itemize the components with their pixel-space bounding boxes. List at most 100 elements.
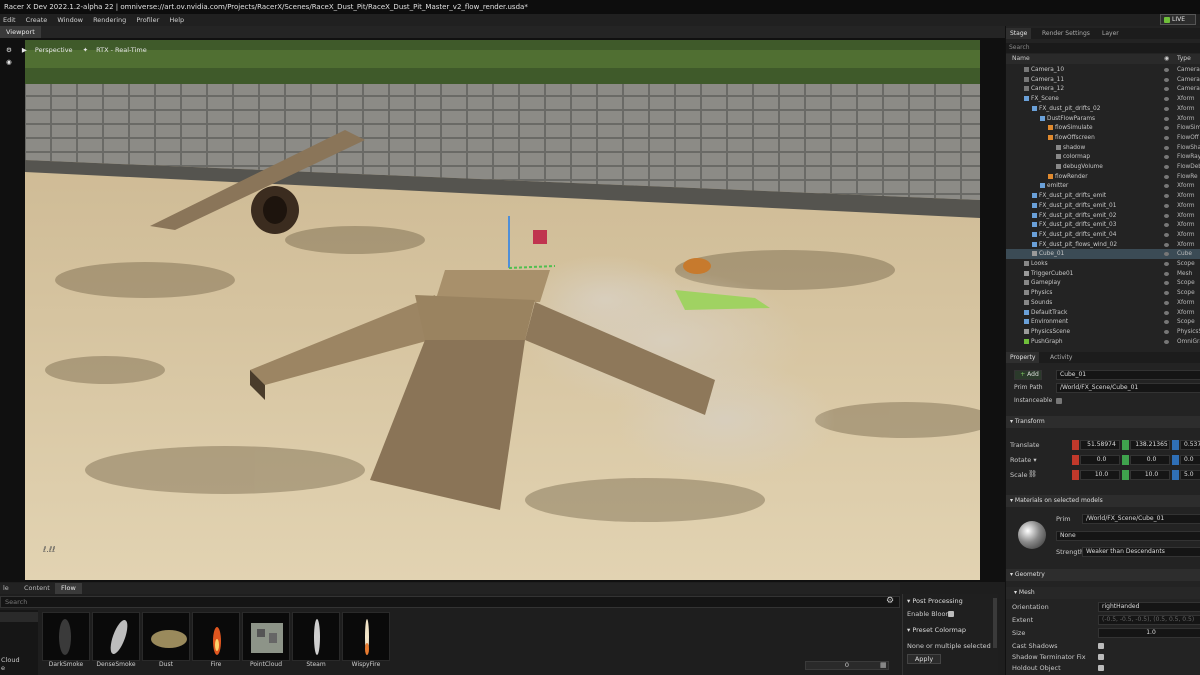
folder-item[interactable]: Cloud	[0, 656, 38, 664]
size-field[interactable]: 1.0	[1098, 628, 1200, 638]
stage-row[interactable]: Environment Scope	[1006, 317, 1200, 327]
stage-row[interactable]: FX_dust_pit_drifts_emit_01 Xform	[1006, 201, 1200, 211]
rotate-x-field[interactable]: 0.0	[1080, 455, 1120, 465]
holdout-checkbox[interactable]	[1098, 665, 1104, 671]
stage-row[interactable]: Cube_01 Cube	[1006, 249, 1200, 260]
apply-button[interactable]: Apply	[907, 654, 941, 664]
asset-thumb-fire[interactable]	[192, 612, 240, 661]
translate-x-field[interactable]: 51.58974	[1080, 440, 1120, 450]
stage-row[interactable]: Gameplay Scope	[1006, 278, 1200, 288]
stage-row[interactable]: Camera_11 Camera	[1006, 75, 1200, 85]
col-name[interactable]: Name	[1012, 54, 1030, 64]
zoom-slider[interactable]: 0	[805, 661, 889, 670]
visibility-eye-icon[interactable]	[1164, 329, 1169, 334]
link-icon[interactable]: ⛓	[1028, 470, 1037, 478]
stage-row[interactable]: flowOffscreen FlowOff	[1006, 133, 1200, 143]
scale-z-field[interactable]: 5.0	[1180, 470, 1200, 480]
stage-row[interactable]: FX_dust_pit_drifts_emit Xform	[1006, 191, 1200, 201]
orientation-select[interactable]: rightHanded	[1098, 602, 1200, 612]
visibility-eye-icon[interactable]	[1164, 68, 1169, 72]
stage-row[interactable]: FX_dust_pit_drifts_emit_02 Xform	[1006, 211, 1200, 221]
stage-row[interactable]: Sounds Xform	[1006, 298, 1200, 308]
scale-y-field[interactable]: 10.0	[1130, 470, 1170, 480]
stage-row[interactable]: TriggerCube01 Mesh	[1006, 269, 1200, 279]
tab-activity[interactable]: Activity	[1046, 352, 1076, 363]
prim-path-field[interactable]: /World/FX_Scene/Cube_01	[1056, 383, 1200, 393]
prim-name-field[interactable]: Cube_01	[1056, 370, 1200, 380]
stage-row[interactable]: FX_dust_pit_drifts_emit_04 Xform	[1006, 230, 1200, 240]
section-materials[interactable]: ▾ Materials on selected models	[1006, 495, 1200, 507]
cast-shadows-checkbox[interactable]	[1098, 643, 1104, 649]
folder-item[interactable]: e	[0, 664, 38, 672]
visibility-eye-icon[interactable]	[1164, 320, 1169, 325]
material-prim-field[interactable]: /World/FX_Scene/Cube_01	[1082, 514, 1200, 524]
live-button[interactable]: LIVE	[1160, 14, 1196, 25]
visibility-eye-icon[interactable]	[1164, 106, 1169, 111]
renderer-menu[interactable]: RTX - Real-Time	[96, 46, 147, 54]
visibility-eye-icon[interactable]	[1164, 339, 1169, 344]
stage-row[interactable]: emitter Xform	[1006, 181, 1200, 191]
asset-thumb-dust[interactable]	[142, 612, 190, 661]
stage-row[interactable]: flowRender FlowRe	[1006, 172, 1200, 182]
section-geometry[interactable]: ▾ Geometry	[1006, 569, 1200, 581]
menu-rendering[interactable]: Rendering	[93, 16, 126, 24]
shadow-terminator-checkbox[interactable]	[1098, 654, 1104, 660]
stage-row[interactable]: Camera_12 Camera	[1006, 84, 1200, 94]
visibility-eye-icon[interactable]	[1164, 165, 1169, 169]
visibility-eye-icon[interactable]	[1164, 252, 1169, 257]
menu-edit[interactable]: Edit	[3, 16, 16, 24]
asset-thumb-pointcloud[interactable]	[242, 612, 290, 661]
add-button[interactable]: + Add	[1014, 370, 1042, 380]
asset-thumb-densesmoke[interactable]	[92, 612, 140, 661]
eye-icon[interactable]: ◉	[1164, 54, 1169, 64]
material-select[interactable]: None	[1056, 531, 1200, 541]
rotate-y-field[interactable]: 0.0	[1130, 455, 1170, 465]
stage-row[interactable]: DefaultTrack Xform	[1006, 308, 1200, 318]
visibility-eye-icon[interactable]	[1164, 77, 1169, 82]
visibility-eye-icon[interactable]	[1164, 271, 1169, 276]
menu-help[interactable]: Help	[169, 16, 184, 24]
visibility-eye-icon[interactable]	[1164, 232, 1169, 237]
asset-thumb-wispyfire[interactable]	[342, 612, 390, 661]
visibility-eye-icon[interactable]	[1164, 135, 1169, 140]
stage-row[interactable]: FX_dust_pit_flows_wind_02 Xform	[1006, 240, 1200, 250]
tab-content[interactable]: Content	[18, 583, 56, 594]
stage-row[interactable]: Camera_10 Camera	[1006, 65, 1200, 75]
stage-row[interactable]: shadow FlowSha	[1006, 143, 1200, 153]
camera-menu[interactable]: Perspective	[35, 46, 73, 54]
stage-search-input[interactable]: Search	[1006, 43, 1200, 53]
camera-icon[interactable]: ▶	[22, 46, 27, 54]
visibility-eye-icon[interactable]	[1164, 291, 1169, 296]
tab-flow[interactable]: Flow	[55, 583, 82, 594]
visibility-eye-icon[interactable]	[1164, 184, 1169, 189]
asset-thumb-steam[interactable]	[292, 612, 340, 661]
translate-y-field[interactable]: 138.21365	[1130, 440, 1170, 450]
folder-selected[interactable]	[0, 612, 38, 622]
enable-bloom-checkbox[interactable]	[948, 611, 954, 617]
visibility-eye-icon[interactable]	[1164, 97, 1169, 102]
stage-row[interactable]: debugVolume FlowDeb	[1006, 162, 1200, 172]
visibility-eye-icon[interactable]	[1164, 87, 1169, 92]
stage-row[interactable]: PhysicsScene PhysicsS	[1006, 327, 1200, 337]
col-type[interactable]: Type	[1177, 54, 1191, 64]
stage-row[interactable]: colormap FlowRay	[1006, 152, 1200, 162]
rotate-z-field[interactable]: 0.0	[1180, 455, 1200, 465]
gear-icon[interactable]: ⚙	[6, 46, 12, 54]
asset-search-input[interactable]: Search	[0, 596, 900, 608]
scrollbar[interactable]	[993, 598, 997, 648]
strength-select[interactable]: Weaker than Descendants	[1082, 547, 1200, 557]
tab-console[interactable]: le	[0, 583, 12, 594]
instanceable-checkbox[interactable]	[1056, 398, 1062, 404]
light-icon[interactable]: ✦	[83, 46, 88, 54]
stage-row[interactable]: PushGraph OmniGrap	[1006, 337, 1200, 347]
stage-row[interactable]: Physics Scope	[1006, 288, 1200, 298]
rotate-label[interactable]: Rotate ▾	[1010, 456, 1037, 464]
visibility-eye-icon[interactable]	[1164, 203, 1169, 208]
visibility-eye-icon[interactable]	[1164, 242, 1169, 247]
visibility-eye-icon[interactable]	[1164, 213, 1169, 218]
visibility-eye-icon[interactable]	[1164, 310, 1169, 315]
tab-viewport[interactable]: Viewport	[0, 26, 41, 38]
visibility-eye-icon[interactable]	[1164, 223, 1169, 228]
visibility-eye-icon[interactable]	[1164, 194, 1169, 199]
tab-property[interactable]: Property	[1006, 352, 1040, 363]
